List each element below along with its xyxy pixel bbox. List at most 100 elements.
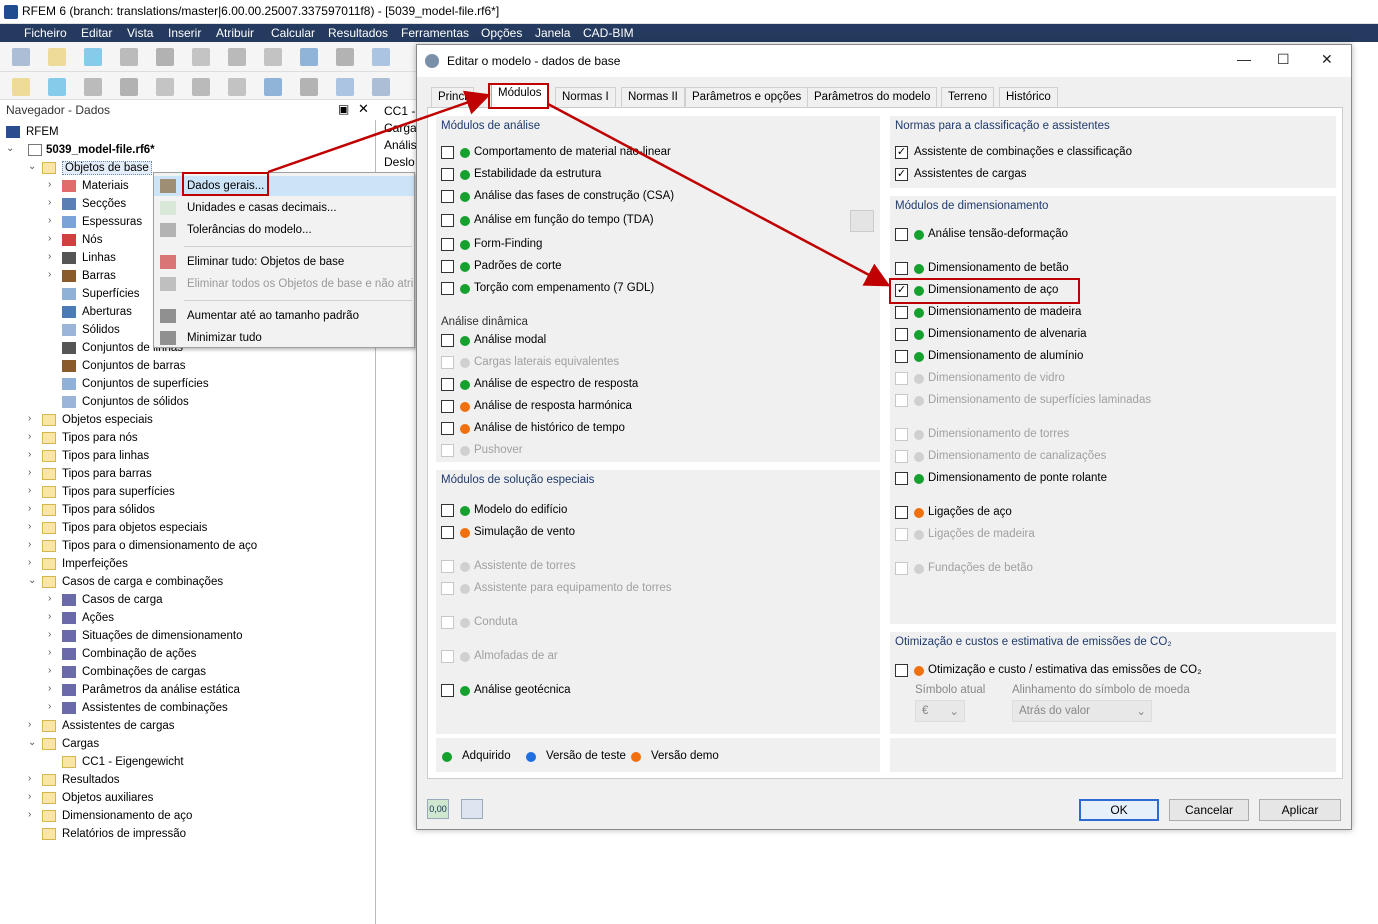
checkbox[interactable] <box>895 562 908 575</box>
toolbar-icon[interactable] <box>336 78 354 96</box>
toolbar-icon[interactable] <box>228 48 246 66</box>
menu-7[interactable]: Ferramentas <box>401 26 469 40</box>
tab-3[interactable]: Normas II <box>621 87 685 107</box>
tree-item[interactable]: › Tipos para nós <box>28 430 360 448</box>
symbol-select[interactable]: € ⌄ <box>915 700 965 722</box>
menu-6[interactable]: Resultados <box>328 26 388 40</box>
menu-5[interactable]: Calcular <box>271 26 315 40</box>
checkbox[interactable] <box>895 306 908 319</box>
tab-7[interactable]: Histórico <box>999 87 1058 107</box>
checkbox[interactable] <box>441 526 454 539</box>
tab-5[interactable]: Parâmetros do modelo <box>807 87 938 107</box>
toolbar-icon[interactable] <box>84 78 102 96</box>
checkbox[interactable] <box>441 356 454 369</box>
toolbar-icon[interactable] <box>228 78 246 96</box>
menu-9[interactable]: Janela <box>535 26 570 40</box>
toolbar-icon[interactable] <box>192 78 210 96</box>
checkbox[interactable] <box>441 260 454 273</box>
tree-item[interactable]: › Casos de carga <box>48 592 360 610</box>
context-menu-item[interactable]: Tolerâncias do modelo... <box>154 220 414 240</box>
toolbar-icon[interactable] <box>48 48 66 66</box>
menu-10[interactable]: CAD-BIM <box>583 26 634 40</box>
tree-item[interactable]: › Objetos especiais <box>28 412 360 430</box>
context-menu-item[interactable]: Aumentar até ao tamanho padrão <box>154 306 414 326</box>
checkbox[interactable] <box>895 428 908 441</box>
toolbar-icon[interactable] <box>192 48 210 66</box>
checkbox[interactable] <box>895 328 908 341</box>
checkbox[interactable] <box>441 190 454 203</box>
minimize-icon[interactable]: — <box>1237 51 1251 67</box>
tree-item[interactable]: › Assistentes de combinações <box>48 700 360 718</box>
checkbox[interactable] <box>895 350 908 363</box>
menu-2[interactable]: Vista <box>127 26 153 40</box>
close-icon[interactable]: ✕ <box>358 101 369 117</box>
tree-item[interactable]: › Assistentes de cargas <box>28 718 360 736</box>
tree-item[interactable]: › Tipos para objetos especiais <box>28 520 360 538</box>
tree-item[interactable]: › Imperfeições <box>28 556 360 574</box>
checkbox[interactable] <box>895 506 908 519</box>
tab-6[interactable]: Terreno <box>941 87 994 107</box>
toolbar-icon[interactable] <box>12 48 30 66</box>
tree-item[interactable]: › Tipos para sólidos <box>28 502 360 520</box>
tree-item[interactable]: Conjuntos de sólidos <box>48 394 360 412</box>
settings-icon[interactable] <box>850 210 874 232</box>
tree-item[interactable]: ⌄ Casos de carga e combinações <box>28 574 360 592</box>
context-menu-item[interactable]: Minimizar tudo <box>154 328 414 348</box>
tree-item[interactable]: › Parâmetros da análise estática <box>48 682 360 700</box>
tree-item[interactable]: CC1 - Eigengewicht <box>48 754 360 772</box>
menu-8[interactable]: Opções <box>481 26 522 40</box>
maximize-icon[interactable]: ☐ <box>1277 51 1290 68</box>
checkbox[interactable] <box>441 238 454 251</box>
checkbox[interactable] <box>895 472 908 485</box>
toolbar-icon[interactable] <box>156 48 174 66</box>
checkbox[interactable] <box>441 650 454 663</box>
tree-item[interactable]: › Dimensionamento de aço <box>28 808 360 826</box>
checkbox[interactable] <box>895 262 908 275</box>
tree-item[interactable]: Relatórios de impressão <box>28 826 360 844</box>
context-menu-item[interactable]: Eliminar tudo: Objetos de base <box>154 252 414 272</box>
checkbox[interactable] <box>441 146 454 159</box>
menu-0[interactable]: Ficheiro <box>24 26 67 40</box>
pin-icon[interactable]: ▣ <box>338 102 349 116</box>
checkbox[interactable] <box>441 334 454 347</box>
context-menu-item[interactable]: Unidades e casas decimais... <box>154 198 414 218</box>
menu-4[interactable]: Atribuir <box>216 26 254 40</box>
toolbar-icon[interactable] <box>264 78 282 96</box>
apply-button[interactable]: Aplicar <box>1259 799 1341 821</box>
checkbox[interactable] <box>441 214 454 227</box>
tree-item[interactable]: › Tipos para superfícies <box>28 484 360 502</box>
close-icon[interactable]: ✕ <box>1321 51 1333 68</box>
tree-item[interactable]: › Tipos para linhas <box>28 448 360 466</box>
checkbox[interactable] <box>441 400 454 413</box>
toolbar-icon[interactable] <box>120 48 138 66</box>
toolbar-icon[interactable] <box>300 48 318 66</box>
checkbox[interactable] <box>441 378 454 391</box>
tree-item[interactable]: › Objetos auxiliares <box>28 790 360 808</box>
tree-item[interactable]: › Resultados <box>28 772 360 790</box>
tree-item[interactable]: › Tipos para o dimensionamento de aço <box>28 538 360 556</box>
tree-item[interactable]: Conjuntos de barras <box>48 358 360 376</box>
toolbar-icon[interactable] <box>120 78 138 96</box>
context-menu-item[interactable]: Eliminar todos os Objetos de base e não … <box>154 274 414 294</box>
toolbar-icon[interactable] <box>336 48 354 66</box>
toolbar-icon[interactable] <box>48 78 66 96</box>
checkbox[interactable] <box>895 450 908 463</box>
toolbar-icon[interactable] <box>264 48 282 66</box>
checkbox[interactable] <box>441 422 454 435</box>
checkbox[interactable] <box>441 684 454 697</box>
checkbox[interactable] <box>441 616 454 629</box>
checkbox[interactable] <box>441 444 454 457</box>
checkbox[interactable] <box>441 168 454 181</box>
tree-item[interactable]: › Combinação de ações <box>48 646 360 664</box>
tree-item[interactable]: › Ações <box>48 610 360 628</box>
checkbox[interactable] <box>895 394 908 407</box>
checkbox[interactable] <box>441 282 454 295</box>
tree-item[interactable]: Conjuntos de superfícies <box>48 376 360 394</box>
tree-item[interactable]: › Tipos para barras <box>28 466 360 484</box>
checkbox[interactable] <box>895 372 908 385</box>
align-select[interactable]: Atrás do valor ⌄ <box>1012 700 1152 722</box>
checkbox[interactable]: ✓ <box>895 168 908 181</box>
cancel-button[interactable]: Cancelar <box>1169 799 1249 821</box>
menu-3[interactable]: Inserir <box>168 26 201 40</box>
toolbar-icon[interactable] <box>372 48 390 66</box>
